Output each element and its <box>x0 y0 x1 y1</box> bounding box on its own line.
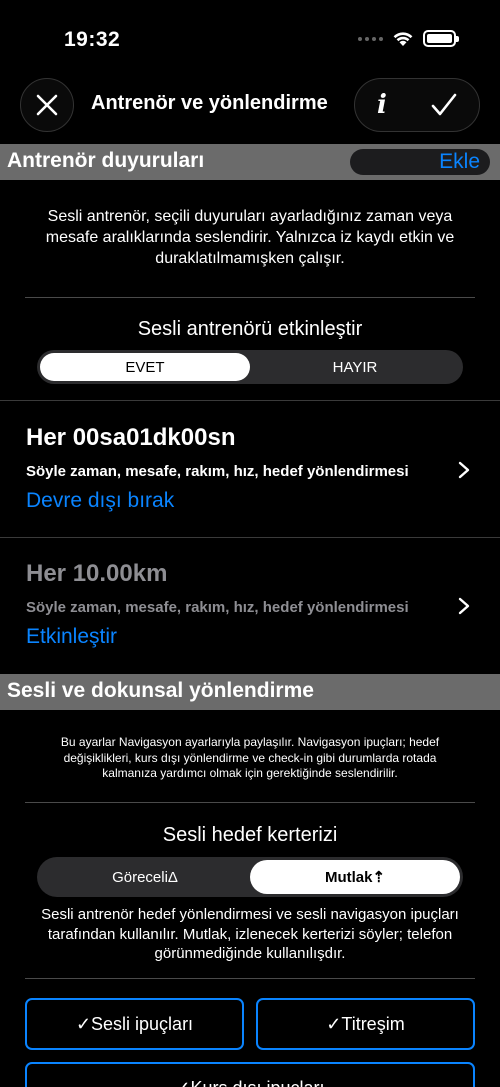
announcement-time-interval[interactable]: Her 00sa01dk00sn Söyle zaman, mesafe, ra… <box>26 424 476 513</box>
close-icon <box>36 94 58 116</box>
bearing-description: Sesli antrenör hedef yönlendirmesi ve se… <box>41 906 459 962</box>
announcement-title: Her 00sa01dk00sn <box>26 424 236 451</box>
announcement-subtitle: Söyle zaman, mesafe, rakım, hız, hedef y… <box>26 599 409 616</box>
cellular-signal-icon <box>358 36 383 41</box>
bearing-relative-option[interactable]: GöreceliΔ <box>40 860 250 894</box>
checkmark-icon[interactable] <box>431 93 457 117</box>
enable-announcement-link[interactable]: Etkinleştir <box>26 625 476 649</box>
info-icon[interactable]: i <box>377 90 387 120</box>
bearing-segmented-control: GöreceliΔ Mutlak⇡ <box>37 857 463 897</box>
divider <box>25 297 475 298</box>
chevron-right-icon <box>458 597 470 615</box>
off-course-cues-toggle[interactable]: ✓Kurs dışı ipuçları <box>25 1062 475 1087</box>
divider <box>25 978 475 979</box>
divider <box>25 802 475 803</box>
voice-cues-toggle[interactable]: ✓Sesli ipuçları <box>25 998 244 1050</box>
divider <box>0 400 500 401</box>
nav-bar: Antrenör ve yönlendirme i <box>0 78 500 134</box>
enable-coach-label: Sesli antrenörü etkinleştir <box>137 318 363 340</box>
coach-description: Sesli antrenör, seçili duyuruları ayarla… <box>45 208 455 267</box>
chevron-right-icon <box>458 461 470 479</box>
guidance-section-header: Sesli ve dokunsal yönlendirme <box>0 674 500 710</box>
enable-coach-segmented-control: EVET HAYIR <box>37 350 463 384</box>
guidance-section-title: Sesli ve dokunsal yönlendirme <box>7 679 314 702</box>
vibration-toggle[interactable]: ✓Titreşim <box>256 998 475 1050</box>
coach-section-title: Antrenör duyuruları <box>7 149 205 172</box>
status-time: 19:32 <box>64 28 121 51</box>
bearing-label: Sesli hedef kerterizi <box>162 824 338 846</box>
bearing-absolute-option[interactable]: Mutlak⇡ <box>250 860 460 894</box>
enable-yes-option[interactable]: EVET <box>40 353 250 381</box>
disable-announcement-link[interactable]: Devre dışı bırak <box>26 489 476 513</box>
status-bar: 19:32 <box>0 0 500 72</box>
page-title: Antrenör ve yönlendirme <box>91 92 328 114</box>
wifi-icon <box>393 32 413 46</box>
add-announcement-button[interactable]: Ekle <box>350 149 490 175</box>
add-button-label: Ekle <box>439 150 480 173</box>
status-icons <box>358 30 459 47</box>
nav-actions: i <box>354 78 480 132</box>
divider <box>0 537 500 538</box>
announcement-subtitle: Söyle zaman, mesafe, rakım, hız, hedef y… <box>26 463 409 480</box>
close-button[interactable] <box>20 78 74 132</box>
battery-icon <box>423 30 459 47</box>
announcement-distance-interval[interactable]: Her 10.00km Söyle zaman, mesafe, rakım, … <box>26 560 476 649</box>
guidance-description: Bu ayarlar Navigasyon ayarlarıyla paylaş… <box>60 735 440 781</box>
announcement-title: Her 10.00km <box>26 560 168 587</box>
coach-section-header: Antrenör duyuruları Ekle <box>0 144 500 180</box>
enable-no-option[interactable]: HAYIR <box>250 353 460 381</box>
